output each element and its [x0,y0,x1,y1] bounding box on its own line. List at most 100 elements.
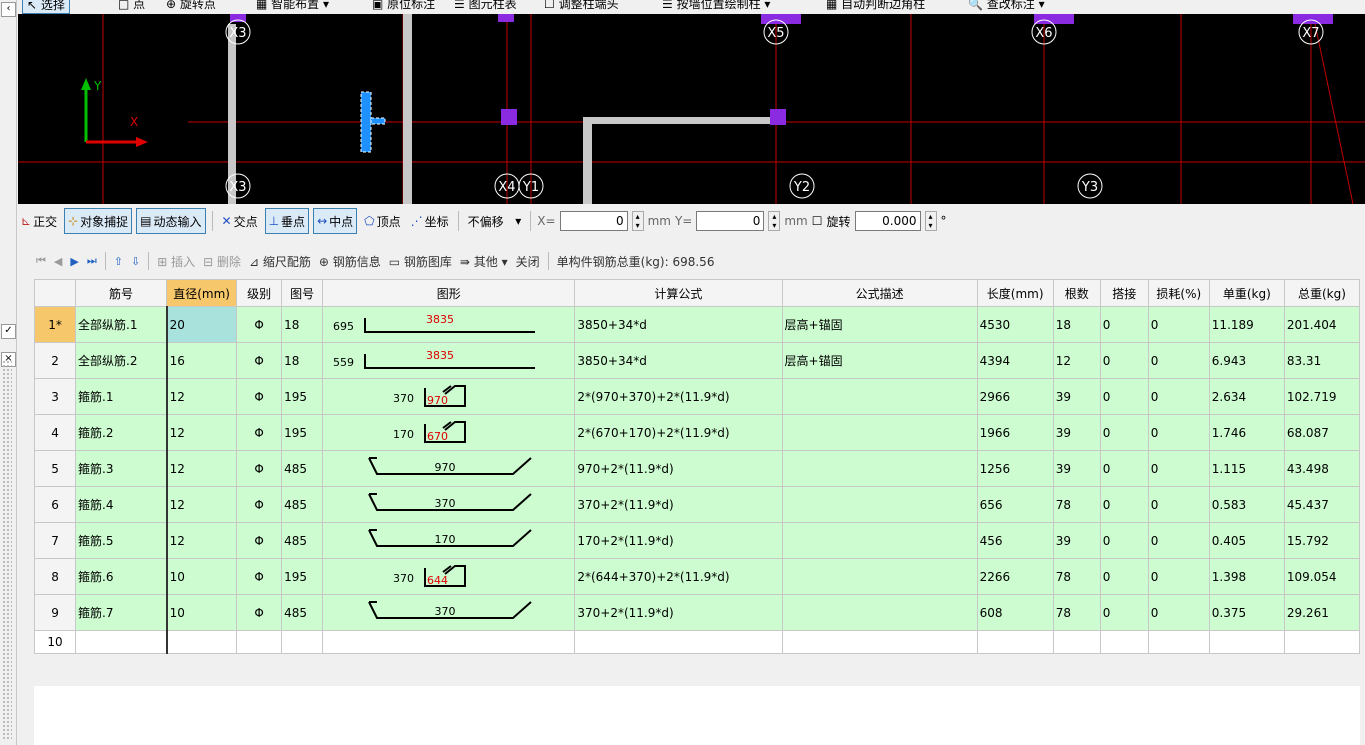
collapse-arrow-icon[interactable]: ‹ [1,2,16,17]
dia-cell[interactable]: 12 [165,378,238,415]
shape-cell[interactable]: 370 [322,486,576,523]
empty-cell[interactable] [281,630,324,654]
name-cell[interactable]: 箍筋.6 [75,558,168,595]
empty-cell[interactable] [1147,630,1210,654]
lap-cell[interactable]: 0 [1099,522,1149,559]
fig-cell[interactable]: 485 [281,594,324,631]
total-cell[interactable]: 45.437 [1283,486,1361,523]
desc-cell[interactable] [781,558,978,595]
intersection-snap[interactable]: ✕ 交点 [219,209,261,233]
row-number-cell[interactable]: 4 [33,414,77,451]
drawing-canvas[interactable]: Y X X3 X5 X6 X7 X3 X4 Y1 Y2 Y3 [18,14,1365,204]
name-cell[interactable]: 箍筋.5 [75,522,168,559]
lap-cell[interactable]: 0 [1099,306,1149,343]
column-header[interactable]: 根数 [1052,279,1101,307]
name-cell[interactable]: 全部纵筋.1 [75,306,168,343]
grade-cell[interactable]: Φ [236,414,283,451]
move-down-icon[interactable]: ⇩ [131,255,140,268]
column-header[interactable]: 级别 [236,279,283,307]
desc-cell[interactable]: 层高+锚固 [781,306,978,343]
unit-cell[interactable]: 1.746 [1208,414,1285,451]
loss-cell[interactable]: 0 [1147,522,1210,559]
desc-cell[interactable] [781,414,978,451]
row-number-cell[interactable]: 6 [33,486,77,523]
grade-cell[interactable]: Φ [236,378,283,415]
empty-cell[interactable] [976,630,1054,654]
formula-cell[interactable]: 170+2*(11.9*d) [574,522,783,559]
dia-cell[interactable]: 12 [165,522,238,559]
object-snap-toggle[interactable]: ⊹ 对象捕捉 [64,208,133,234]
desc-cell[interactable] [781,450,978,487]
empty-cell[interactable] [1052,630,1101,654]
shape-cell[interactable]: 170 [322,522,576,559]
empty-cell[interactable] [1283,630,1361,654]
empty-cell[interactable] [236,630,283,654]
row-number-cell[interactable]: 10 [33,630,77,654]
shape-cell[interactable]: 970 [322,450,576,487]
name-cell[interactable]: 箍筋.4 [75,486,168,523]
column-header[interactable]: 图形 [322,279,576,307]
rotate-checkbox[interactable]: ☐ [812,214,823,228]
len-cell[interactable]: 2266 [976,558,1054,595]
len-cell[interactable]: 456 [976,522,1054,559]
last-record-icon[interactable]: ⏭ [87,254,97,268]
unit-cell[interactable]: 11.189 [1208,306,1285,343]
row-number-cell[interactable]: 2 [33,342,77,379]
shape-cell[interactable]: 170 670 [322,414,576,451]
table-row[interactable]: 6 箍筋.4 12 Φ 485 370 370+2*(11.9*d) 656 78 0 0 0.583… [33,486,1361,523]
count-cell[interactable]: 78 [1052,558,1101,595]
grade-cell[interactable]: Φ [236,342,283,379]
auto-judge-button[interactable]: ▦ 自动判断边角柱 [826,0,925,12]
empty-cell[interactable] [322,630,576,654]
table-row[interactable]: 9 箍筋.7 10 Φ 485 370 370+2*(11.9*d) 608 78 0 0 0.375… [33,594,1361,631]
formula-cell[interactable]: 370+2*(11.9*d) [574,486,783,523]
insert-button[interactable]: ⊞ 插入 [157,253,195,270]
total-cell[interactable]: 43.498 [1283,450,1361,487]
name-cell[interactable]: 全部纵筋.2 [75,342,168,379]
unit-cell[interactable]: 2.634 [1208,378,1285,415]
table-row[interactable]: 5 箍筋.3 12 Φ 485 970 970+2*(11.9*d) 1256 39 0 0 1.11… [33,450,1361,487]
lap-cell[interactable]: 0 [1099,342,1149,379]
by-wall-button[interactable]: ☰ 按墙位置绘制柱 ▾ [662,0,770,12]
loss-cell[interactable]: 0 [1147,486,1210,523]
count-cell[interactable]: 39 [1052,522,1101,559]
dynamic-input-toggle[interactable]: ▤ 动态输入 [136,208,206,234]
shape-cell[interactable]: 559 3835 [322,342,576,379]
count-cell[interactable]: 18 [1052,306,1101,343]
rotate-angle-input[interactable] [854,211,921,231]
midpoint-snap[interactable]: ↔ 中点 [313,208,358,234]
select-button[interactable]: ↖ 选择 [22,0,70,14]
formula-cell[interactable]: 2*(970+370)+2*(11.9*d) [574,378,783,415]
fig-cell[interactable]: 195 [281,414,324,451]
column-header[interactable]: 长度(mm) [976,279,1054,307]
total-cell[interactable]: 102.719 [1283,378,1361,415]
desc-cell[interactable] [781,522,978,559]
lap-cell[interactable]: 0 [1099,378,1149,415]
shape-cell[interactable]: 695 3835 [322,306,576,343]
query-label-button[interactable]: 🔍 查改标注 ▾ [968,0,1045,12]
desc-cell[interactable] [781,486,978,523]
loss-cell[interactable]: 0 [1147,414,1210,451]
grade-cell[interactable]: Φ [236,306,283,343]
dia-cell[interactable]: 12 [165,414,238,451]
lap-cell[interactable]: 0 [1099,414,1149,451]
fig-cell[interactable]: 195 [281,378,324,415]
count-cell[interactable]: 12 [1052,342,1101,379]
smart-layout-button[interactable]: ▦ 智能布置 ▾ [256,0,329,12]
name-cell[interactable]: 箍筋.7 [75,594,168,631]
formula-cell[interactable]: 970+2*(11.9*d) [574,450,783,487]
next-record-icon[interactable]: ▶ [70,255,78,268]
shape-cell[interactable]: 370 644 [322,558,576,595]
table-row[interactable]: 3 箍筋.1 12 Φ 195 370 970 2*(970+370)+2*(11.9*d) 2… [33,378,1361,415]
lap-cell[interactable]: 0 [1099,450,1149,487]
pin-icon[interactable]: ✓ [1,324,16,339]
column-header[interactable]: 总重(kg) [1283,279,1361,307]
adjust-col-end-button[interactable]: ☐ 调整柱端头 [544,0,619,12]
len-cell[interactable]: 1966 [976,414,1054,451]
count-cell[interactable]: 39 [1052,414,1101,451]
row-number-cell[interactable]: 7 [33,522,77,559]
column-header[interactable]: 计算公式 [574,279,783,307]
y-spin-button[interactable]: ▴ ▾ [768,211,781,231]
scale-rebar-button[interactable]: ⊿ 缩尺配筋 [249,253,311,270]
total-cell[interactable]: 109.054 [1283,558,1361,595]
